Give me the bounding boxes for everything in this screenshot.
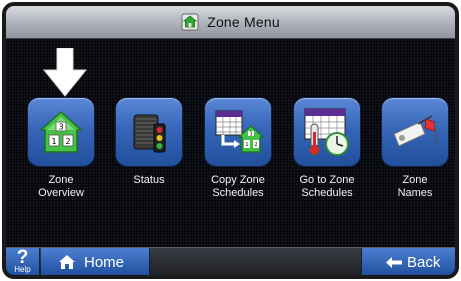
zone-overview-icon: 3 1 2 (39, 110, 83, 153)
svg-text:3: 3 (249, 132, 252, 138)
zone-overview-button[interactable]: 3 1 2 (28, 98, 94, 166)
back-label: Back (407, 254, 441, 271)
copy-zone-schedules-icon: 3 1 2 (215, 110, 265, 153)
help-label: Help (14, 265, 31, 274)
svg-text:1: 1 (245, 142, 248, 148)
copy-zone-schedules-button[interactable]: 3 1 2 (205, 98, 271, 166)
status-label: Status (133, 174, 165, 186)
help-button[interactable]: ? Help (6, 247, 40, 275)
status-icon (133, 114, 166, 153)
down-arrow-indicator (42, 48, 88, 97)
footer-bar: ? Help Home Back (6, 247, 455, 275)
status-button[interactable] (116, 98, 182, 166)
svg-text:2: 2 (254, 142, 257, 148)
zone-schedules-icon (304, 108, 349, 156)
zone-overview-label: Zone Overview (38, 174, 84, 199)
left-arrow-icon (386, 257, 402, 268)
go-to-zone-schedules-button[interactable] (294, 98, 360, 166)
go-to-zone-schedules-label: Go to Zone Schedules (299, 174, 355, 199)
screen: Zone Menu 3 1 2 Zone Overview Status 3 1… (6, 6, 455, 275)
svg-text:3: 3 (58, 123, 63, 132)
home-icon (59, 255, 75, 269)
copy-zone-schedules-label: Copy Zone Schedules (211, 174, 265, 199)
svg-text:1: 1 (51, 137, 56, 146)
zone-names-label: Zone Names (397, 174, 433, 199)
zone-names-button[interactable] (382, 98, 448, 166)
zone-names-icon (393, 115, 438, 147)
page-title: Zone Menu (207, 14, 280, 30)
home-button[interactable]: Home (41, 248, 150, 275)
svg-text:2: 2 (65, 137, 70, 146)
back-button[interactable]: Back (361, 248, 455, 275)
home-label: Home (84, 254, 125, 271)
home-icon (181, 13, 199, 31)
thermostat-device: Zone Menu 3 1 2 Zone Overview Status 3 1… (2, 2, 459, 279)
header-bar: Zone Menu (6, 6, 455, 39)
